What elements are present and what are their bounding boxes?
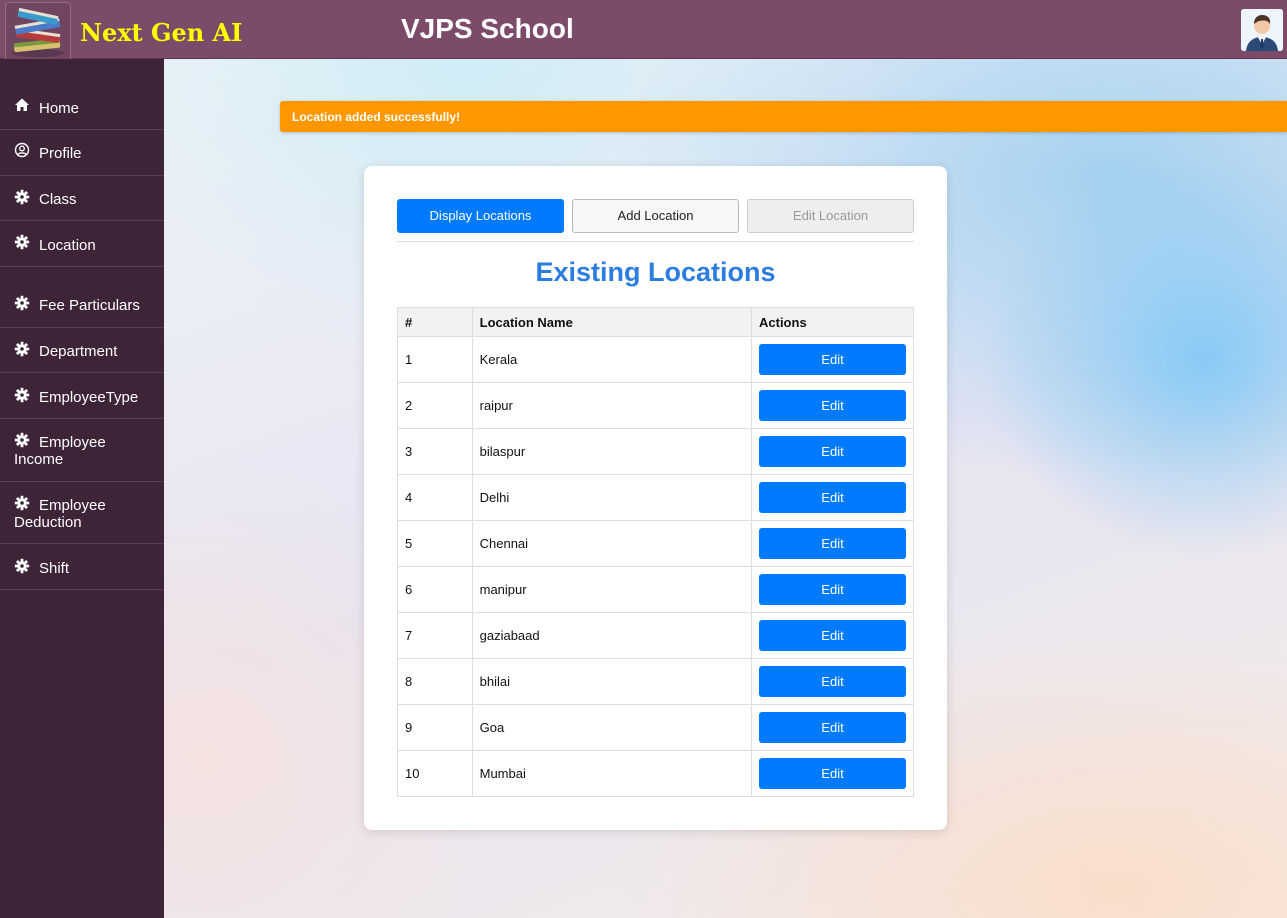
gear-icon <box>14 295 30 311</box>
edit-button[interactable]: Edit <box>759 758 906 789</box>
sidebar-item-label: Home <box>39 100 80 117</box>
edit-button[interactable]: Edit <box>759 482 906 513</box>
tab-display-locations[interactable]: Display Locations <box>397 199 564 233</box>
school-name: VJPS School <box>401 13 574 44</box>
sidebar-item-label: Fee Particulars <box>39 297 140 314</box>
row-number: 2 <box>397 382 473 429</box>
row-number: 7 <box>397 612 473 659</box>
sidebar-item-label: EmployeeType <box>39 389 139 406</box>
sidebar-item-home[interactable]: Home <box>0 84 164 130</box>
locations-card: Display Locations Add Location Edit Loca… <box>364 166 947 830</box>
location-name: gaziabaad <box>471 612 753 659</box>
row-number: 4 <box>397 474 473 521</box>
row-number: 9 <box>397 704 473 751</box>
brand-name: Next Gen AI <box>80 18 243 47</box>
row-number: 5 <box>397 520 473 567</box>
row-number: 3 <box>397 428 473 475</box>
edit-button[interactable]: Edit <box>759 620 906 651</box>
location-name: Goa <box>471 704 753 751</box>
edit-button[interactable]: Edit <box>759 436 906 467</box>
tab-add-location[interactable]: Add Location <box>572 199 739 233</box>
location-name: Chennai <box>471 520 753 567</box>
table-row: 3 bilaspur Edit <box>397 428 914 475</box>
table-row: 7 gaziabaad Edit <box>397 612 914 659</box>
table-row: 8 bhilai Edit <box>397 658 914 705</box>
row-number: 8 <box>397 658 473 705</box>
row-number: 6 <box>397 566 473 613</box>
edit-button[interactable]: Edit <box>759 574 906 605</box>
sidebar-item-label: Employee Income <box>14 434 106 468</box>
table-row: 6 manipur Edit <box>397 566 914 613</box>
sidebar-item-shift[interactable]: Shift <box>0 544 164 590</box>
sidebar-item-label: Shift <box>39 560 70 577</box>
table-row: 2 raipur Edit <box>397 382 914 429</box>
table-header-row: # Location Name Actions <box>397 307 914 337</box>
row-number: 1 <box>397 336 473 383</box>
gear-icon <box>14 341 30 357</box>
column-header-actions: Actions <box>751 307 914 337</box>
gear-icon <box>14 558 30 574</box>
sidebar-item-employee-deduction[interactable]: Employee Deduction <box>0 482 164 544</box>
sidebar-item-department[interactable]: Department <box>0 328 164 373</box>
books-icon <box>12 7 64 57</box>
sidebar-item-fee-particulars[interactable]: Fee Particulars <box>0 281 164 328</box>
location-name: raipur <box>471 382 753 429</box>
location-name: bhilai <box>471 658 753 705</box>
edit-button[interactable]: Edit <box>759 528 906 559</box>
sidebar-item-class[interactable]: Class <box>0 176 164 221</box>
sidebar-item-label: Class <box>39 191 77 208</box>
column-header-location-name: Location Name <box>471 307 753 337</box>
column-header-number: # <box>397 307 473 337</box>
location-name: manipur <box>471 566 753 613</box>
user-avatar[interactable] <box>1241 9 1283 51</box>
sidebar-item-location[interactable]: Location <box>0 221 164 267</box>
sidebar-item-label: Profile <box>39 145 82 162</box>
sidebar-item-label: Location <box>39 237 96 254</box>
gear-icon <box>14 387 30 403</box>
table-row: 1 Kerala Edit <box>397 336 914 383</box>
table-row: 9 Goa Edit <box>397 704 914 751</box>
edit-button[interactable]: Edit <box>759 344 906 375</box>
locations-table: # Location Name Actions 1 Kerala Edit 2 … <box>397 307 914 797</box>
table-row: 10 Mumbai Edit <box>397 750 914 797</box>
tab-edit-location: Edit Location <box>747 199 914 233</box>
tabs-divider <box>397 241 914 242</box>
home-icon <box>15 98 29 111</box>
location-name: Delhi <box>471 474 753 521</box>
table-row: 5 Chennai Edit <box>397 520 914 567</box>
table-row: 4 Delhi Edit <box>397 474 914 521</box>
user-circle-icon <box>14 142 30 158</box>
location-name: bilaspur <box>471 428 753 475</box>
sidebar-item-label: Employee Deduction <box>14 497 106 531</box>
gear-icon <box>14 234 30 250</box>
sidebar-item-employee-type[interactable]: EmployeeType <box>0 373 164 419</box>
sidebar-item-employee-income[interactable]: Employee Income <box>0 419 164 482</box>
page-title: Existing Locations <box>535 257 776 287</box>
gear-icon <box>14 189 30 205</box>
sidebar: Home Profile Class Location Fee Particul… <box>0 59 164 918</box>
success-alert: Location added successfully! <box>280 101 1287 132</box>
location-name: Mumbai <box>471 750 753 797</box>
user-avatar-icon <box>1241 9 1283 51</box>
edit-button[interactable]: Edit <box>759 666 906 697</box>
row-number: 10 <box>397 750 473 797</box>
location-name: Kerala <box>471 336 753 383</box>
books-logo[interactable] <box>5 2 71 62</box>
edit-button[interactable]: Edit <box>759 390 906 421</box>
sidebar-item-profile[interactable]: Profile <box>0 130 164 176</box>
edit-button[interactable]: Edit <box>759 712 906 743</box>
sidebar-item-label: Department <box>39 343 118 360</box>
top-header: Next Gen AI VJPS School <box>0 0 1287 62</box>
